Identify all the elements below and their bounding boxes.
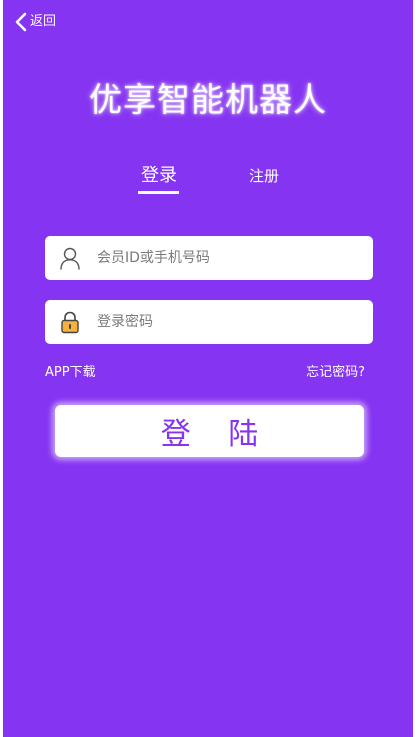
app-download-link[interactable]: APP下载 [45, 364, 96, 382]
lock-icon [58, 310, 82, 334]
active-tab-indicator [138, 191, 179, 194]
chevron-left-icon [15, 12, 27, 32]
password-input[interactable] [95, 313, 349, 331]
login-button-label: 登 陆 [160, 417, 273, 452]
password-field[interactable] [45, 300, 373, 344]
back-button[interactable]: 返回 [15, 12, 56, 32]
forgot-password-link[interactable]: 忘记密码? [306, 364, 365, 382]
app-title: 优享智能机器人 [89, 80, 327, 119]
username-field[interactable] [45, 236, 373, 280]
login-screen: 返回 优享智能机器人 登录 注册 APP下载 忘记密码? 登 陆 [3, 0, 413, 737]
login-button[interactable]: 登 陆 [55, 405, 364, 457]
tab-register[interactable]: 注册 [246, 163, 282, 189]
back-label: 返回 [30, 14, 57, 29]
tab-login[interactable]: 登录 [138, 163, 180, 189]
user-icon [58, 246, 82, 270]
username-input[interactable] [95, 249, 349, 267]
